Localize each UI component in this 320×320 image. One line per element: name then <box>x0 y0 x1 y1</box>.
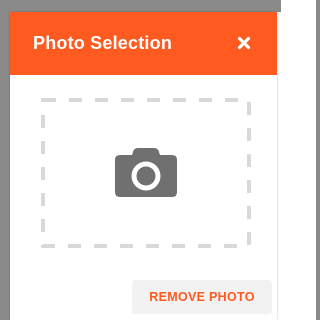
close-icon <box>237 36 251 50</box>
dialog-header: Photo Selection <box>10 12 277 75</box>
camera-icon <box>115 148 177 197</box>
close-button[interactable] <box>231 30 257 56</box>
photo-dropzone[interactable] <box>41 98 251 248</box>
overlay-edge-left <box>0 0 10 320</box>
remove-photo-button[interactable]: REMOVE PHOTO <box>132 280 272 314</box>
overlay-edge-top <box>0 0 281 12</box>
photo-selection-dialog: Photo Selection REMOVE PHOTO <box>10 12 277 320</box>
overlay-edge-right <box>316 0 320 320</box>
dialog-title: Photo Selection <box>33 33 173 53</box>
